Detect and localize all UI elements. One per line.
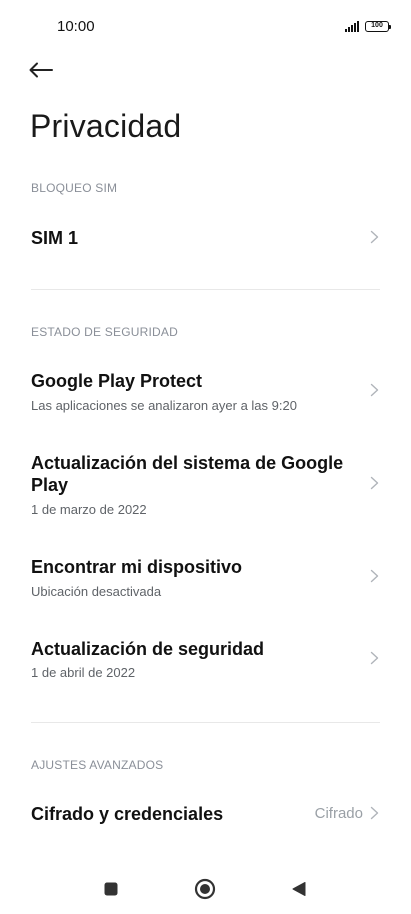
recents-button[interactable] — [100, 878, 122, 900]
row-title: Actualización de seguridad — [31, 639, 265, 659]
circle-icon — [194, 878, 216, 900]
status-bar: 10:00 100 — [0, 0, 411, 54]
section-header-security-status: ESTADO DE SEGURIDAD — [31, 325, 178, 339]
square-icon — [104, 882, 118, 896]
row-title-line-1: Actualización del sistema de Google — [31, 453, 344, 473]
section-header-sim-lock: BLOQUEO SIM — [31, 181, 118, 195]
chevron-right-icon — [370, 476, 379, 490]
signal-icon — [345, 21, 359, 32]
chevron-right-icon — [370, 230, 379, 244]
back-nav-button[interactable] — [288, 878, 310, 900]
security-update-row[interactable]: Actualización de seguridad 1 de abril de… — [0, 630, 411, 690]
divider — [31, 289, 380, 290]
navigation-bar — [0, 864, 411, 914]
section-header-advanced: AJUSTES AVANZADOS — [31, 758, 164, 772]
row-title: Encontrar mi dispositivo — [31, 557, 243, 577]
row-value: Cifrado — [314, 805, 363, 822]
google-play-protect-row[interactable]: Google Play Protect Las aplicaciones se … — [0, 362, 411, 422]
find-my-device-row[interactable]: Encontrar mi dispositivo Ubicación desac… — [0, 548, 411, 608]
row-subtitle: 1 de marzo de 2022 — [31, 502, 147, 517]
page-title: Privacidad — [30, 108, 182, 144]
triangle-left-icon — [292, 882, 306, 896]
back-button[interactable] — [26, 56, 56, 84]
chevron-right-icon — [370, 806, 379, 820]
divider — [31, 722, 380, 723]
status-time: 10:00 — [57, 18, 95, 35]
chevron-right-icon — [370, 651, 379, 665]
home-button[interactable] — [194, 878, 216, 900]
sim-1-row[interactable]: SIM 1 — [0, 214, 411, 262]
row-title: SIM 1 — [31, 228, 79, 248]
chevron-right-icon — [370, 383, 379, 397]
row-title: Google Play Protect — [31, 371, 203, 391]
encryption-credentials-row[interactable]: Cifrado y credenciales Cifrado — [0, 790, 411, 838]
google-play-system-update-row[interactable]: Actualización del sistema de Google Play… — [0, 444, 411, 524]
row-subtitle: Ubicación desactivada — [31, 584, 162, 599]
battery-icon: 100 — [365, 21, 391, 32]
row-subtitle: Las aplicaciones se analizaron ayer a la… — [31, 398, 297, 413]
arrow-left-icon — [29, 62, 53, 78]
chevron-right-icon — [370, 569, 379, 583]
row-title-line-2: Play — [31, 475, 69, 495]
row-subtitle: 1 de abril de 2022 — [31, 665, 136, 680]
status-icons: 100 — [345, 21, 391, 32]
row-title: Cifrado y credenciales — [31, 804, 224, 824]
